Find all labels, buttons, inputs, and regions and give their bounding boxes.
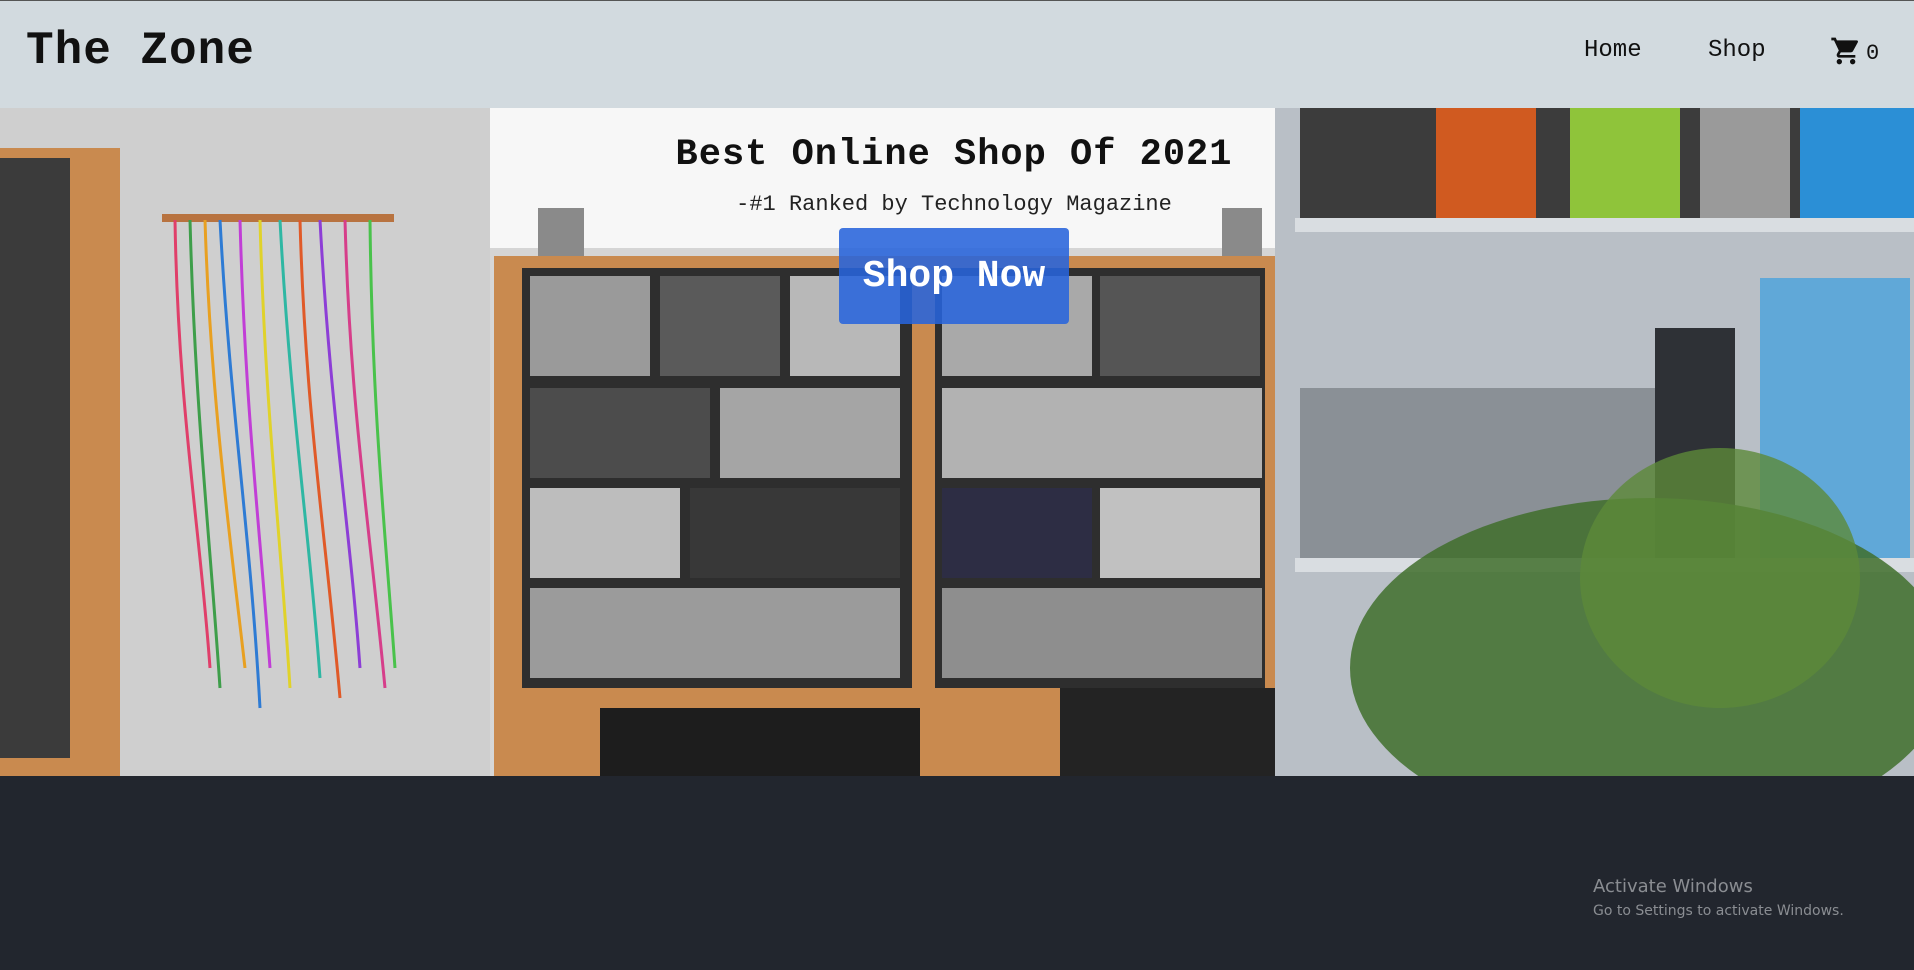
shop-now-button[interactable]: Shop Now [839,228,1069,324]
page-footer [0,776,1914,970]
cart-icon[interactable] [1830,35,1862,71]
hero-headline: Best Online Shop Of 2021 [675,134,1233,176]
hero-banner: Best Online Shop Of 2021 -#1 Ranked by T… [0,108,1914,776]
cart-button[interactable]: 0 [1830,35,1879,71]
nav-link-home[interactable]: Home [1584,37,1642,64]
activate-windows-subtitle: Go to Settings to activate Windows. [1593,903,1844,919]
top-navbar: The Zone Home Shop 0 [0,0,1914,108]
brand-logo-text[interactable]: The Zone [26,25,255,77]
cart-count: 0 [1866,40,1880,66]
activate-windows-title: Activate Windows [1593,876,1753,897]
nav-link-shop[interactable]: Shop [1708,37,1766,64]
hero-subtitle: -#1 Ranked by Technology Magazine [736,192,1172,217]
